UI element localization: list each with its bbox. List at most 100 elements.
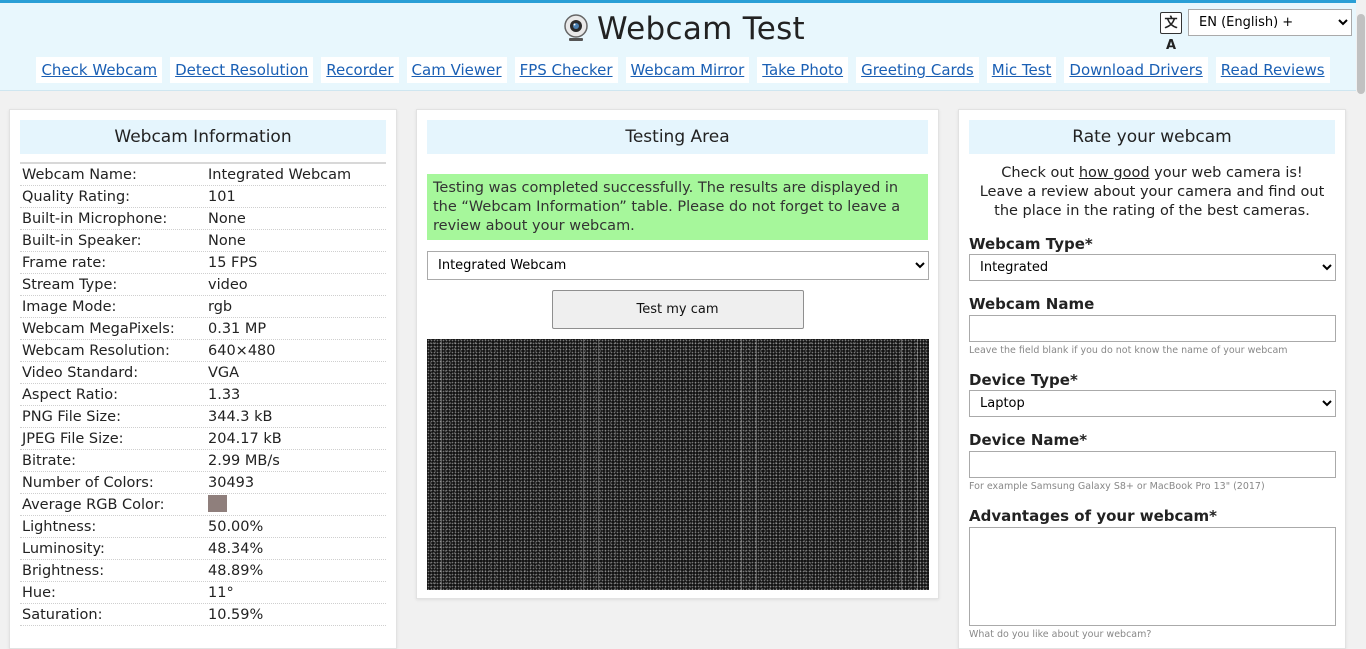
webcam-info-heading: Webcam Information bbox=[20, 120, 386, 154]
row-label: JPEG File Size: bbox=[22, 431, 124, 447]
row-value: 11° bbox=[208, 585, 234, 601]
table-row: Average RGB Color: bbox=[20, 494, 386, 516]
language-switcher: 文A EN (English) + bbox=[1160, 9, 1352, 53]
webcam-info-panel: Webcam Information Webcam Name: Integrate… bbox=[9, 109, 397, 649]
row-label: Image Mode: bbox=[22, 299, 117, 315]
nav-recorder[interactable]: Recorder bbox=[321, 57, 399, 83]
advantages-hint: What do you like about your webcam? bbox=[969, 629, 1152, 640]
row-value: Integrated Webcam bbox=[208, 167, 352, 183]
table-row: Webcam Resolution: 640×480 bbox=[20, 340, 386, 362]
nav-fps-checker[interactable]: FPS Checker bbox=[514, 57, 618, 83]
nav-mic-test[interactable]: Mic Test bbox=[986, 57, 1057, 83]
row-value: 101 bbox=[208, 189, 236, 205]
row-value: 1.33 bbox=[208, 387, 241, 403]
noise-line bbox=[598, 339, 599, 590]
row-label: Lightness: bbox=[22, 519, 97, 535]
row-label: Webcam Name: bbox=[22, 167, 137, 183]
intro-text: your web camera is! bbox=[1149, 165, 1303, 181]
advantages-field[interactable] bbox=[969, 527, 1336, 626]
nav-webcam-mirror[interactable]: Webcam Mirror bbox=[625, 57, 750, 83]
rate-webcam-panel: Rate your webcam Check out how good your… bbox=[958, 109, 1346, 649]
row-label: Number of Colors: bbox=[22, 475, 154, 491]
webcam-name-field[interactable] bbox=[969, 315, 1336, 342]
row-label: Stream Type: bbox=[22, 277, 118, 293]
row-label: Frame rate: bbox=[22, 255, 107, 271]
noise-line bbox=[917, 339, 918, 590]
noise-line bbox=[901, 339, 902, 590]
site-header: Webcam Test 文A EN (English) + Check Webc… bbox=[0, 0, 1366, 91]
rate-webcam-heading: Rate your webcam bbox=[969, 120, 1335, 154]
table-row: Built-in Microphone: None bbox=[20, 208, 386, 230]
webcam-type-label: Webcam Type* bbox=[969, 235, 1093, 253]
table-row: Video Standard: VGA bbox=[20, 362, 386, 384]
table-row: Saturation: 10.59% bbox=[20, 604, 386, 626]
intro-text: Leave a review about your camera and fin… bbox=[979, 184, 1325, 219]
row-value: 344.3 kB bbox=[208, 409, 273, 425]
rate-intro: Check out how good your web camera is! L… bbox=[959, 164, 1345, 221]
row-value: 50.00% bbox=[208, 519, 264, 535]
row-label: Aspect Ratio: bbox=[22, 387, 118, 403]
row-value: rgb bbox=[208, 299, 233, 315]
row-label: Built-in Microphone: bbox=[22, 211, 168, 227]
table-row: Stream Type: video bbox=[20, 274, 386, 296]
row-label: Luminosity: bbox=[22, 541, 105, 557]
nav-download-drivers[interactable]: Download Drivers bbox=[1064, 57, 1208, 83]
nav-take-photo[interactable]: Take Photo bbox=[757, 57, 849, 83]
nav-detect-resolution[interactable]: Detect Resolution bbox=[170, 57, 314, 83]
intro-text: Check out bbox=[1001, 165, 1079, 181]
webcam-type-select[interactable]: Integrated bbox=[969, 254, 1336, 281]
noise-line bbox=[741, 339, 742, 590]
table-row: Webcam MegaPixels: 0.31 MP bbox=[20, 318, 386, 340]
table-row: Number of Colors: 30493 bbox=[20, 472, 386, 494]
row-label: PNG File Size: bbox=[22, 409, 121, 425]
testing-area-heading: Testing Area bbox=[427, 120, 928, 154]
test-my-cam-button[interactable]: Test my cam bbox=[551, 290, 804, 329]
device-name-label: Device Name* bbox=[969, 431, 1088, 449]
noise-line bbox=[583, 339, 584, 590]
row-label: Webcam MegaPixels: bbox=[22, 321, 175, 337]
testing-area-panel: Testing Area Testing was completed succe… bbox=[416, 109, 939, 599]
table-row: Image Mode: rgb bbox=[20, 296, 386, 318]
webcam-name-hint: Leave the field blank if you do not know… bbox=[969, 345, 1288, 356]
table-row: Webcam Name: Integrated Webcam bbox=[20, 164, 386, 186]
device-name-field[interactable] bbox=[969, 451, 1336, 478]
language-select[interactable]: EN (English) + bbox=[1188, 9, 1352, 36]
device-type-label: Device Type* bbox=[969, 371, 1078, 389]
row-label: Built-in Speaker: bbox=[22, 233, 142, 249]
table-row: Hue: 11° bbox=[20, 582, 386, 604]
translate-icon[interactable]: 文A bbox=[1160, 11, 1182, 53]
page-scrollbar[interactable] bbox=[1356, 0, 1366, 634]
row-label: Video Standard: bbox=[22, 365, 139, 381]
review-form: Webcam Type* Integrated Webcam Name Leav… bbox=[969, 235, 1336, 641]
noise-line bbox=[441, 339, 442, 590]
nav-check-webcam[interactable]: Check Webcam bbox=[36, 57, 163, 83]
row-value: 30493 bbox=[208, 475, 255, 491]
camera-select[interactable]: Integrated Webcam bbox=[427, 251, 929, 280]
table-row: Frame rate: 15 FPS bbox=[20, 252, 386, 274]
webcam-preview bbox=[427, 339, 929, 590]
device-type-select[interactable]: Laptop bbox=[969, 390, 1336, 417]
success-message: Testing was completed successfully. The … bbox=[427, 174, 928, 240]
noise-line bbox=[756, 339, 757, 590]
nav-cam-viewer[interactable]: Cam Viewer bbox=[406, 57, 507, 83]
site-title-text: Webcam Test bbox=[596, 11, 806, 47]
table-row: Aspect Ratio: 1.33 bbox=[20, 384, 386, 406]
row-value bbox=[208, 494, 386, 515]
table-row: Bitrate: 2.99 MB/s bbox=[20, 450, 386, 472]
row-value: 640×480 bbox=[208, 343, 276, 359]
device-name-hint: For example Samsung Galaxy S8+ or MacBoo… bbox=[969, 481, 1265, 492]
row-value: 0.31 MP bbox=[208, 321, 267, 337]
scrollbar-thumb[interactable] bbox=[1357, 14, 1365, 94]
nav-greeting-cards[interactable]: Greeting Cards bbox=[856, 57, 979, 83]
nav-read-reviews[interactable]: Read Reviews bbox=[1215, 57, 1330, 83]
webcam-icon bbox=[564, 14, 588, 41]
row-value: VGA bbox=[208, 365, 240, 381]
table-row: Quality Rating: 101 bbox=[20, 186, 386, 208]
row-value: video bbox=[208, 277, 248, 293]
table-row: Luminosity: 48.34% bbox=[20, 538, 386, 560]
main-nav: Check Webcam Detect Resolution Recorder … bbox=[0, 57, 1366, 83]
row-value: 204.17 kB bbox=[208, 431, 282, 447]
table-row: Built-in Speaker: None bbox=[20, 230, 386, 252]
row-value: 48.89% bbox=[208, 563, 264, 579]
how-good-link[interactable]: how good bbox=[1079, 165, 1150, 181]
